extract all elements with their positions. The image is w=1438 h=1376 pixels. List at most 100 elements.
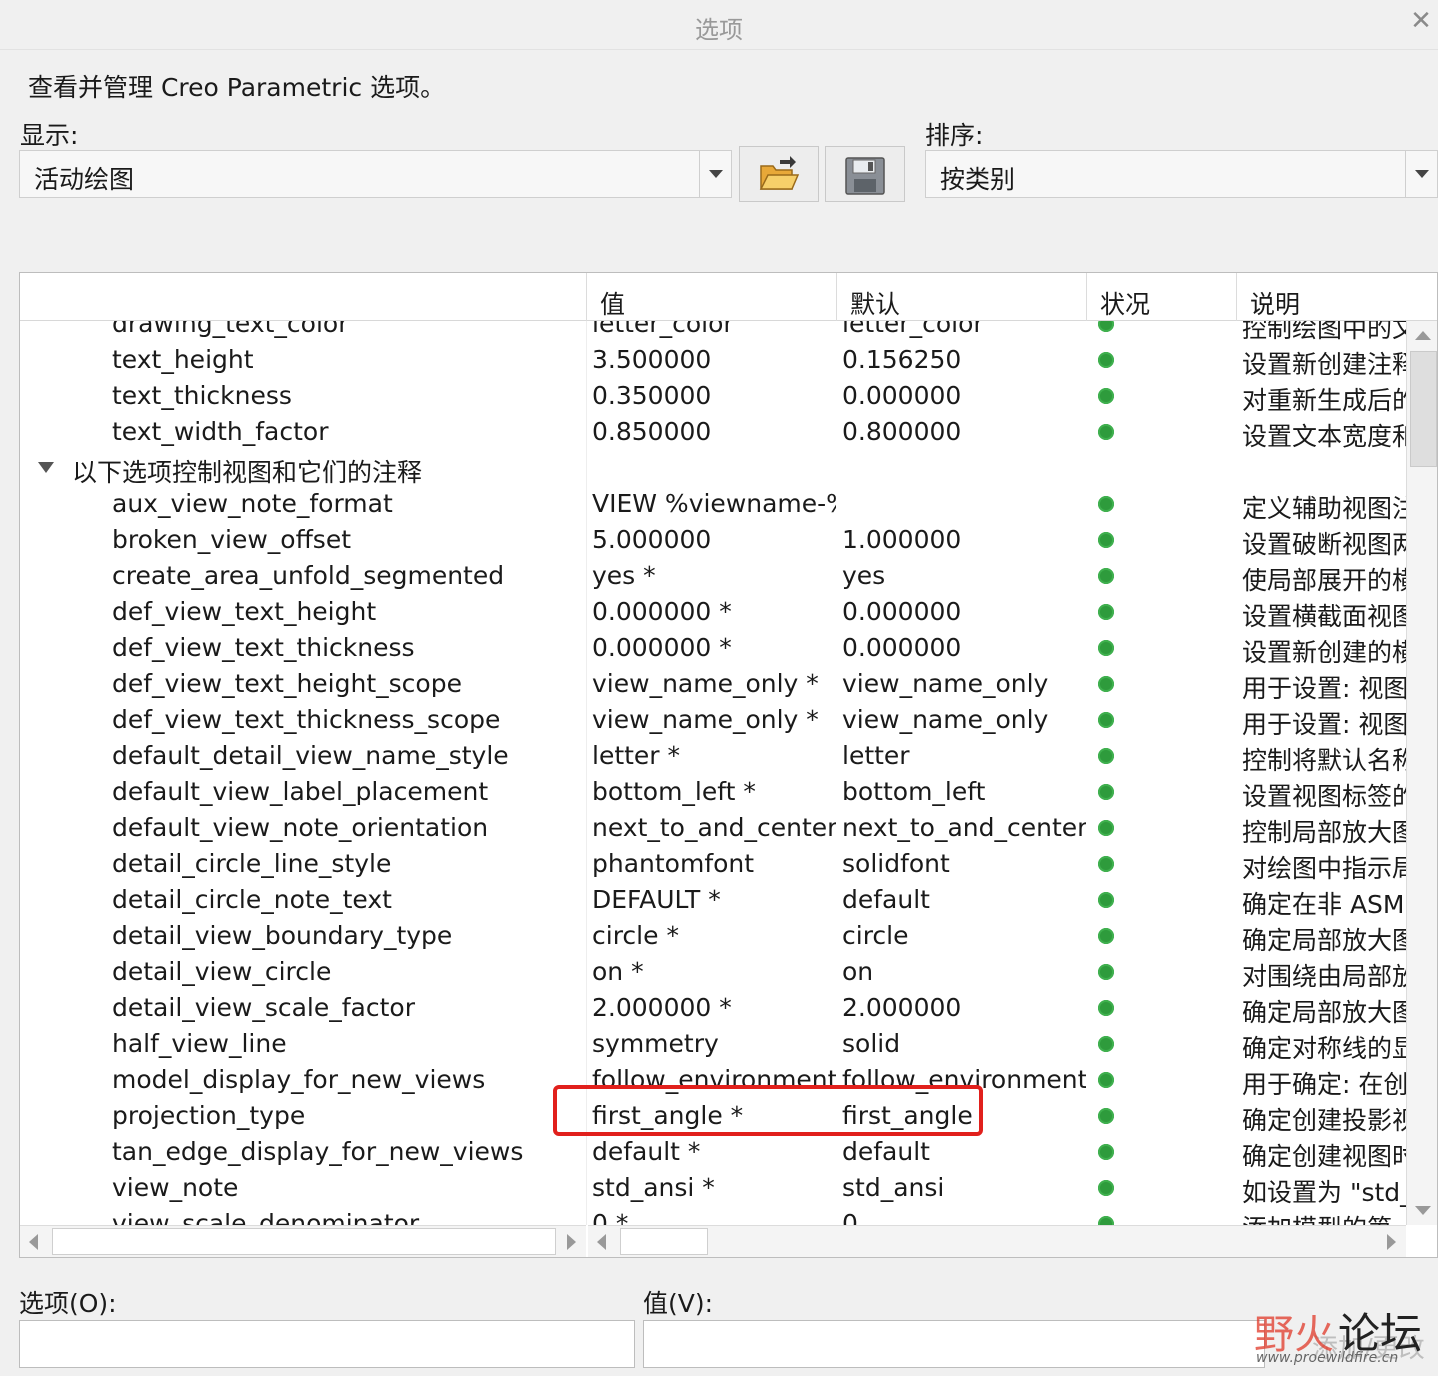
status-ok-icon <box>1098 496 1114 512</box>
scroll-right-icon[interactable] <box>1376 1226 1406 1257</box>
option-default: view_name_only <box>842 705 1049 734</box>
collapse-triangle-icon[interactable] <box>38 462 54 473</box>
horizontal-scrollbar-right[interactable] <box>588 1225 1406 1257</box>
table-row[interactable]: tan_edge_display_for_new_views default * d… <box>20 1133 1406 1171</box>
option-name: aux_view_note_format <box>112 489 393 518</box>
status-ok-icon <box>1098 1000 1114 1016</box>
status-ok-icon <box>1098 676 1114 692</box>
table-row[interactable]: def_view_text_thickness_scope view_name_o… <box>20 701 1406 739</box>
option-description: 设置新创建注释 <box>1242 350 1406 379</box>
title-bar: 选项 ✕ <box>0 0 1438 50</box>
scroll-left-icon[interactable] <box>588 1226 618 1257</box>
scroll-left-icon[interactable] <box>20 1226 50 1257</box>
watermark-url: www.proewildfire.cn <box>1256 1350 1399 1366</box>
table-row[interactable]: text_width_factor 0.850000 0.800000 设置文本宽度和 <box>20 413 1406 451</box>
table-row[interactable]: default_view_note_orientation next_to_and… <box>20 809 1406 847</box>
option-value: yes * <box>592 561 656 590</box>
header-default[interactable]: 默认 <box>850 285 900 321</box>
status-ok-icon <box>1098 424 1114 440</box>
table-row[interactable]: def_view_text_height_scope view_name_only… <box>20 665 1406 703</box>
option-default: 0 <box>842 1209 858 1225</box>
horizontal-scrollbar-left[interactable] <box>20 1225 586 1257</box>
folder-open-icon <box>759 156 800 190</box>
option-name: detail_circle_note_text <box>112 885 392 914</box>
table-row[interactable]: default_view_label_placement bottom_left … <box>20 773 1406 811</box>
scroll-thumb[interactable] <box>52 1228 556 1255</box>
table-row[interactable]: detail_view_scale_factor 2.000000 * 2.0000… <box>20 989 1406 1027</box>
column-divider[interactable] <box>1236 273 1237 321</box>
header-status[interactable]: 状况 <box>1100 285 1150 321</box>
option-description: 确定创建视图时 <box>1242 1142 1406 1171</box>
value-field-label: 值(V): <box>643 1289 714 1318</box>
value-input[interactable] <box>643 1320 1265 1368</box>
table-row[interactable]: half_view_line symmetry solid 确定对称线的显 <box>20 1025 1406 1063</box>
status-ok-icon <box>1098 1180 1114 1196</box>
option-name: broken_view_offset <box>112 525 352 554</box>
header-value[interactable]: 值 <box>600 285 625 321</box>
status-ok-icon <box>1098 856 1114 872</box>
save-config-button[interactable] <box>825 146 905 202</box>
table-row[interactable]: view_note std_ansi * std_ansi 如设置为 "std_c <box>20 1169 1406 1207</box>
chevron-down-icon[interactable] <box>1405 151 1437 197</box>
option-default: 2.000000 <box>842 993 962 1022</box>
table-row[interactable]: def_view_text_thickness 0.000000 * 0.00000… <box>20 629 1406 667</box>
table-row[interactable]: aux_view_note_format VIEW %viewname-%v 定义辅… <box>20 485 1406 523</box>
scroll-down-icon[interactable] <box>1407 1195 1437 1225</box>
scroll-up-icon[interactable] <box>1407 321 1437 351</box>
scroll-thumb[interactable] <box>620 1228 708 1255</box>
header-description[interactable]: 说明 <box>1250 285 1300 321</box>
option-default: on <box>842 957 874 986</box>
column-divider[interactable] <box>1086 273 1087 321</box>
table-row[interactable]: text_thickness 0.350000 0.000000 对重新生成后的 <box>20 377 1406 415</box>
option-description: 设置文本宽度和 <box>1242 422 1406 451</box>
status-ok-icon <box>1098 1072 1114 1088</box>
status-ok-icon <box>1098 532 1114 548</box>
option-input[interactable] <box>19 1320 635 1368</box>
option-description: 控制局部放大图 <box>1242 818 1406 847</box>
scroll-thumb[interactable] <box>1410 351 1437 467</box>
close-icon[interactable]: ✕ <box>1408 8 1434 34</box>
display-select[interactable]: 活动绘图 <box>19 150 732 198</box>
option-name: tan_edge_display_for_new_views <box>112 1137 524 1166</box>
status-ok-icon <box>1098 352 1114 368</box>
table-row[interactable]: drawing_text_color letter_color letter_col… <box>20 321 1406 343</box>
highlight-box <box>553 1085 983 1136</box>
table-row[interactable]: create_area_unfold_segmented yes * yes 使局部展… <box>20 557 1406 595</box>
option-name: default_detail_view_name_style <box>112 741 509 770</box>
column-divider[interactable] <box>836 273 837 321</box>
column-divider[interactable] <box>586 273 587 321</box>
option-name: drawing_text_color <box>112 321 349 338</box>
table-row[interactable]: detail_circle_line_style phantomfont solid… <box>20 845 1406 883</box>
chevron-down-icon[interactable] <box>699 151 731 197</box>
option-default: letter_color <box>842 321 984 338</box>
status-ok-icon <box>1098 1144 1114 1160</box>
table-row[interactable]: detail_view_circle on * on 对围绕由局部放 <box>20 953 1406 991</box>
option-value: 3.500000 <box>592 345 712 374</box>
vertical-scrollbar[interactable] <box>1406 321 1437 1225</box>
scroll-right-icon[interactable] <box>556 1226 586 1257</box>
option-description: 确定创建投影视 <box>1242 1106 1406 1135</box>
option-value: 0 * <box>592 1209 629 1225</box>
option-name: model_display_for_new_views <box>112 1065 486 1094</box>
watermark-logo: 添加/更改 野火 论坛 www.proewildfire.cn <box>1250 1292 1430 1372</box>
option-default: solid <box>842 1029 901 1058</box>
option-description: 定义辅助视图注 <box>1242 494 1406 523</box>
option-description: 使局部展开的横 <box>1242 566 1406 595</box>
option-default: 0.000000 <box>842 597 962 626</box>
table-row[interactable]: broken_view_offset 5.000000 1.000000 设置破断视图… <box>20 521 1406 559</box>
category-row[interactable]: 以下选项控制视图和它们的注释 <box>20 449 1406 487</box>
status-ok-icon <box>1098 1036 1114 1052</box>
option-value: bottom_left * <box>592 777 756 806</box>
table-row[interactable]: default_detail_view_name_style letter * le… <box>20 737 1406 775</box>
table-row[interactable]: detail_view_boundary_type circle * circle 确… <box>20 917 1406 955</box>
display-label: 显示: <box>20 121 79 150</box>
table-row[interactable]: text_height 3.500000 0.156250 设置新创建注释 <box>20 341 1406 379</box>
table-row[interactable]: def_view_text_height 0.000000 * 0.000000 设置… <box>20 593 1406 631</box>
option-default: 1.000000 <box>842 525 962 554</box>
option-value: 0.350000 <box>592 381 712 410</box>
table-row[interactable]: detail_circle_note_text DEFAULT * default 确… <box>20 881 1406 919</box>
open-config-button[interactable] <box>739 146 819 202</box>
option-description: 确定局部放大图 <box>1242 926 1406 955</box>
table-row[interactable]: view_scale_denominator 0 * 0 添加模型的第一 <box>20 1205 1406 1225</box>
sort-select[interactable]: 按类别 <box>925 150 1438 198</box>
